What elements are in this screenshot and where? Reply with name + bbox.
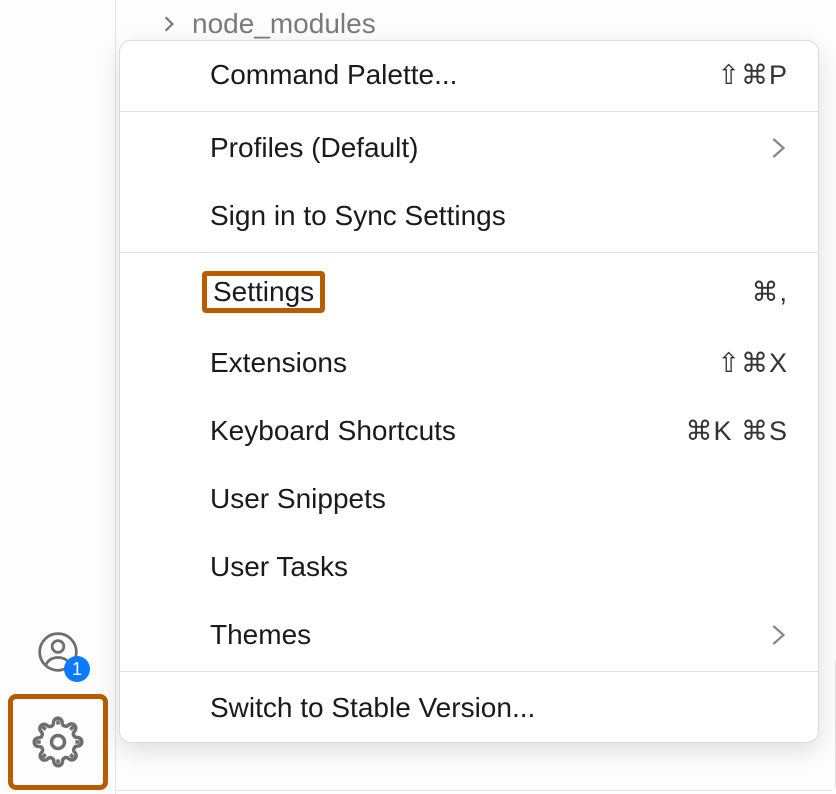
chevron-right-icon [770, 134, 788, 162]
menu-separator [120, 111, 818, 112]
menu-item-shortcut: ⌘, [751, 277, 788, 308]
menu-item-shortcut: ⇧⌘P [717, 60, 788, 91]
menu-item-label: Themes [202, 617, 319, 653]
manage-context-menu: Command Palette... ⇧⌘P Profiles (Default) S… [119, 40, 819, 743]
manage-button[interactable] [8, 694, 108, 790]
menu-item-label: Switch to Stable Version... [202, 690, 543, 726]
chevron-right-icon [770, 621, 788, 649]
menu-item-label: User Tasks [202, 549, 356, 585]
menu-item-extensions[interactable]: Extensions ⇧⌘X [120, 329, 818, 397]
menu-item-label: User Snippets [202, 481, 394, 517]
menu-item-shortcut: ⇧⌘X [717, 348, 788, 379]
folder-name: node_modules [192, 8, 376, 40]
menu-item-label: Sign in to Sync Settings [202, 198, 514, 234]
gear-icon [32, 716, 84, 768]
activity-bar: 1 [0, 0, 116, 794]
menu-item-shortcut: ⌘K ⌘S [685, 416, 788, 447]
menu-item-label: Command Palette... [202, 57, 465, 93]
menu-item-user-tasks[interactable]: User Tasks [120, 533, 818, 601]
menu-separator [120, 252, 818, 253]
bottom-divider [116, 790, 832, 791]
file-tree-row[interactable]: node_modules [160, 8, 376, 40]
menu-item-label: Profiles (Default) [202, 130, 427, 166]
menu-item-label: Extensions [202, 345, 355, 381]
menu-item-themes[interactable]: Themes [120, 601, 818, 669]
menu-item-command-palette[interactable]: Command Palette... ⇧⌘P [120, 41, 818, 109]
chevron-right-icon [160, 15, 178, 33]
menu-item-profiles-default[interactable]: Profiles (Default) [120, 114, 818, 182]
menu-separator [120, 671, 818, 672]
account-badge: 1 [64, 656, 90, 682]
menu-item-user-snippets[interactable]: User Snippets [120, 465, 818, 533]
menu-item-sign-in-to-sync-settings[interactable]: Sign in to Sync Settings [120, 182, 818, 250]
account-button[interactable]: 1 [34, 628, 82, 676]
menu-item-label: Keyboard Shortcuts [202, 413, 464, 449]
menu-item-label: Settings [202, 271, 325, 313]
menu-item-switch-to-stable-version[interactable]: Switch to Stable Version... [120, 674, 818, 742]
menu-item-settings[interactable]: Settings ⌘, [120, 255, 818, 329]
menu-item-keyboard-shortcuts[interactable]: Keyboard Shortcuts ⌘K ⌘S [120, 397, 818, 465]
